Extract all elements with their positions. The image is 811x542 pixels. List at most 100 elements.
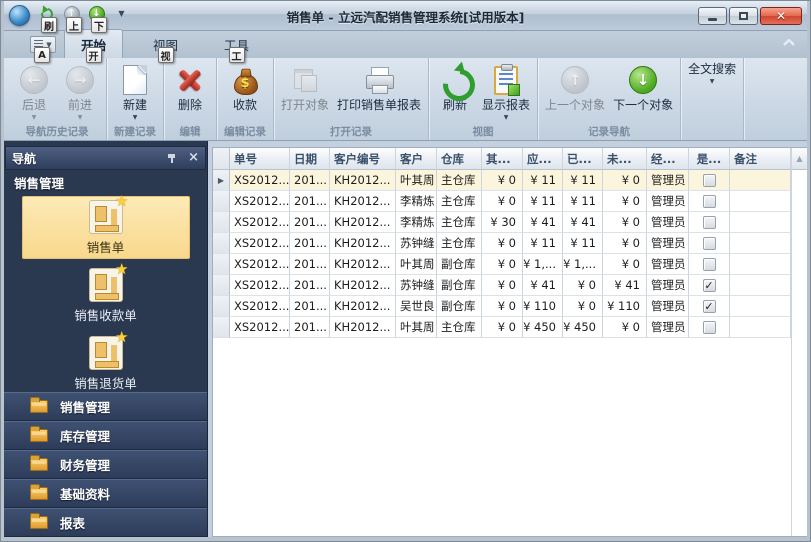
column-header-是...[interactable]: 是... — [689, 148, 730, 170]
row-indicator — [213, 296, 230, 317]
cell: 管理员 — [647, 212, 689, 233]
column-header-客户编号[interactable]: 客户编号 — [330, 148, 396, 170]
report-clipboard-icon — [494, 63, 521, 96]
ribbon-button-后退[interactable]: 后退 ▼ — [11, 60, 57, 121]
folder-icon — [30, 397, 48, 413]
column-header-日期[interactable]: 日期 — [290, 148, 330, 170]
nav-item-label: 销售收款单 — [74, 307, 137, 323]
cell: KH2012... — [330, 254, 396, 275]
column-header-单号[interactable]: 单号 — [230, 148, 290, 170]
delete-x-icon — [176, 66, 204, 94]
nav-section-报表[interactable]: 报表 — [4, 508, 207, 537]
collapse-ribbon-button[interactable] — [783, 39, 795, 47]
checkbox-checked-icon[interactable]: ✓ — [702, 278, 716, 292]
ribbon-button-前进[interactable]: 前进 ▼ — [57, 60, 103, 121]
chevron-down-icon: ▼ — [31, 114, 37, 121]
cell: 李精炼 — [396, 212, 437, 233]
checkbox-icon[interactable] — [702, 257, 716, 271]
cell: 叶其周 — [396, 170, 437, 191]
nav-section-财务管理[interactable]: 财务管理 — [4, 450, 207, 479]
tab-开始[interactable]: 开始开 — [64, 29, 124, 63]
table-row[interactable]: XS2012... 201... KH2012... 叶其周 副仓库 ¥ 0 ¥ 1,...… — [213, 254, 791, 275]
column-header-已...[interactable]: 已... — [563, 148, 603, 170]
tab-视图[interactable]: 视图视 — [137, 30, 194, 63]
chevron-down-icon: ▼ — [132, 114, 138, 121]
keytip-badge: 开 — [85, 47, 102, 63]
form-star-icon — [88, 260, 129, 302]
row-indicator — [213, 191, 230, 212]
column-header-未...[interactable]: 未... — [603, 148, 647, 170]
window-controls: ✕ — [698, 7, 802, 25]
nav-item-销售单[interactable]: 销售单 — [21, 194, 190, 259]
grid-empty-area — [213, 338, 791, 536]
column-header-仓库[interactable]: 仓库 — [437, 148, 482, 170]
icon-box — [440, 62, 470, 98]
table-row[interactable]: XS2012... 201... KH2012... 李精炼 主仓库 ¥ 30 ¥ 41 ¥ … — [213, 212, 791, 233]
row-selector-header — [213, 148, 230, 170]
cell: 管理员 — [647, 233, 689, 254]
cell: ¥ 0 — [603, 317, 647, 338]
checkbox-icon[interactable] — [702, 194, 716, 208]
checkbox-icon[interactable] — [702, 215, 716, 229]
cell: 201... — [290, 254, 330, 275]
tab-工具[interactable]: 工具工 — [208, 30, 265, 63]
nav-section-库存管理[interactable]: 库存管理 — [4, 421, 207, 450]
ribbon-button-显示报表[interactable]: 显示报表 ▼ — [478, 60, 534, 121]
table-row[interactable]: XS2012... 201... KH2012... 苏钟缝 副仓库 ¥ 0 ¥ 41 ¥ 0… — [213, 275, 791, 296]
nav-section-销售管理[interactable]: 销售管理 — [4, 392, 207, 421]
grid-scrollbar[interactable]: ▲ — [791, 148, 807, 536]
icon-box — [292, 62, 318, 98]
form-star-icon — [88, 328, 129, 370]
pin-icon[interactable] — [166, 152, 178, 164]
cell-note — [730, 212, 791, 233]
column-header-客户[interactable]: 客户 — [396, 148, 437, 170]
keytip-next: 下 — [91, 17, 107, 33]
cell: XS2012... — [230, 191, 290, 212]
ribbon-button-全文搜索[interactable]: 全文搜索 ▼ — [684, 60, 740, 85]
column-header-应...[interactable]: 应... — [523, 148, 563, 170]
nav-section-基础资料[interactable]: 基础资料 — [4, 479, 207, 508]
ribbon-button-打开对象[interactable]: 打开对象 — [277, 60, 333, 113]
nav-close-icon[interactable]: × — [188, 151, 199, 164]
cell: ¥ 1,... — [563, 254, 603, 275]
close-button[interactable]: ✕ — [760, 7, 802, 25]
restore-button[interactable] — [729, 7, 758, 25]
checkbox-checked-icon[interactable]: ✓ — [702, 299, 716, 313]
checkbox-icon[interactable] — [702, 236, 716, 250]
prev-circle-icon — [561, 66, 590, 94]
cell: ¥ 11 — [563, 233, 603, 254]
table-row[interactable]: XS2012... 201... KH2012... 吴世良 副仓库 ¥ 0 ¥ 110 ¥ … — [213, 296, 791, 317]
cell-checkbox — [689, 233, 730, 254]
minimize-button[interactable] — [698, 7, 727, 25]
sales-order-grid: 单号 日期 客户编号 客户 仓库 其... 应... 已... 未... 经... 是... 备注 ▶ X… — [213, 148, 791, 536]
table-row[interactable]: XS2012... 201... KH2012... 李精炼 主仓库 ¥ 0 ¥ 11 ¥ 1… — [213, 191, 791, 212]
ribbon-button-下一个对象[interactable]: 下一个对象 — [609, 60, 677, 113]
ribbon-group: 收款编辑记录 — [217, 58, 274, 140]
nav-item-销售收款单[interactable]: 销售收款单 — [22, 260, 190, 327]
ribbon-button-新建[interactable]: 新建 ▼ — [112, 60, 158, 121]
folder-icon — [30, 484, 48, 500]
nav-item-销售退货单[interactable]: 销售退货单 — [22, 328, 190, 392]
cell-checkbox — [689, 191, 730, 212]
cell-note — [730, 296, 791, 317]
table-row[interactable]: ▶ XS2012... 201... KH2012... 叶其周 主仓库 ¥ 0 ¥ 11 ¥ … — [213, 170, 791, 191]
navigation-panel-header: 导航 × — [5, 146, 206, 170]
checkbox-icon[interactable] — [702, 173, 716, 187]
ribbon-button-收款[interactable]: 收款 — [222, 60, 268, 113]
ribbon-button-打印销售单报表[interactable]: 打印销售单报表 — [333, 60, 425, 113]
ribbon-group-label: 编辑 — [179, 126, 201, 138]
table-row[interactable]: XS2012... 201... KH2012... 叶其周 主仓库 ¥ 0 ¥ 450 ¥ … — [213, 317, 791, 338]
column-header-备注[interactable]: 备注 — [730, 148, 791, 170]
ribbon-group: 新建 ▼ 新建记录 — [107, 58, 164, 140]
ribbon-body: 后退▼前进▼导航历史记录新建▼新建记录删除编辑收款编辑记录打开对象打印销售单报表… — [4, 58, 807, 141]
column-header-经...[interactable]: 经... — [647, 148, 689, 170]
ribbon-button-删除[interactable]: 删除 — [167, 60, 213, 113]
folder-icon — [30, 513, 48, 529]
table-row[interactable]: XS2012... 201... KH2012... 苏钟缝 主仓库 ¥ 0 ¥ 11 ¥ 1… — [213, 233, 791, 254]
column-header-其...[interactable]: 其... — [482, 148, 523, 170]
cell: ¥ 11 — [563, 191, 603, 212]
checkbox-icon[interactable] — [702, 320, 716, 334]
cell: ¥ 11 — [563, 170, 603, 191]
ribbon-button-刷新[interactable]: 刷新 — [432, 60, 478, 113]
ribbon-button-上一个对象[interactable]: 上一个对象 — [541, 60, 609, 113]
